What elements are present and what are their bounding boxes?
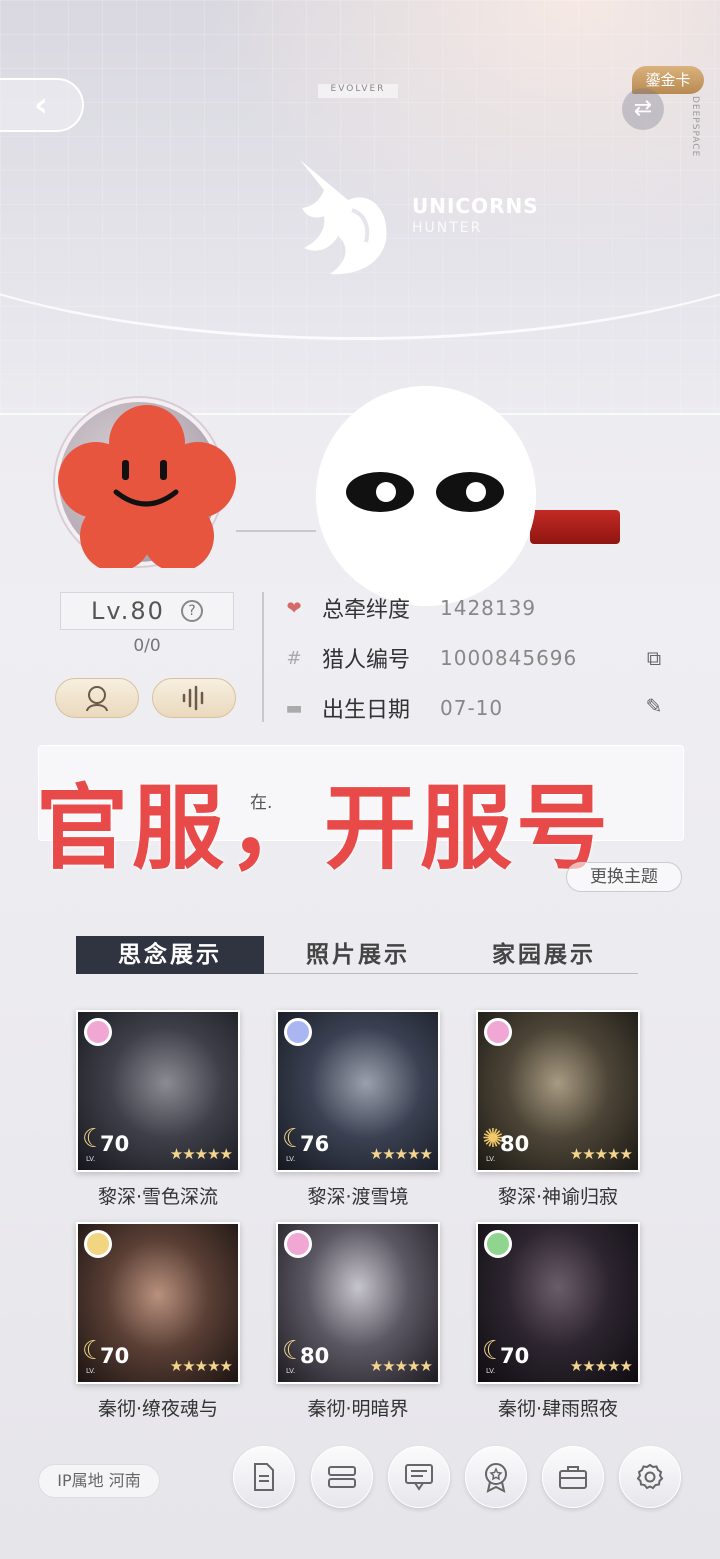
memory-card[interactable]: ☾ 70 LV. ★★★★★ xyxy=(76,1222,240,1384)
memory-card[interactable]: ✺ 80 LV. ★★★★★ xyxy=(476,1010,640,1172)
card-stars: ★★★★★ xyxy=(569,1357,633,1375)
exp-value: 0/0 xyxy=(133,636,161,656)
card-stars: ★★★★★ xyxy=(169,1357,233,1375)
card-level: 70 xyxy=(100,1132,130,1156)
bond-label: 总牵绊度 xyxy=(322,598,411,623)
level-value: Lv.80 xyxy=(91,597,165,625)
rarity-gem-icon xyxy=(284,1230,312,1258)
card-level-tag: LV. xyxy=(86,1155,96,1163)
copy-icon[interactable]: ⧉ xyxy=(640,646,668,674)
tab-home[interactable]: 家园展示 xyxy=(450,936,638,974)
banner-side-text: DEEPSPACE xyxy=(690,96,700,158)
birthday-row: ▬ 出生日期 07-10 xyxy=(284,692,503,724)
ip-location-badge: IP属地 河南 xyxy=(38,1464,160,1498)
avatar-link-line xyxy=(236,530,316,532)
achievement-button[interactable] xyxy=(465,1446,527,1508)
card-level: 70 xyxy=(100,1344,130,1368)
card-level-tag: LV. xyxy=(86,1367,96,1375)
cake-icon: ▬ xyxy=(285,697,303,719)
hunter-id-label: 猎人编号 xyxy=(322,648,411,673)
info-divider xyxy=(262,592,264,722)
card-stars: ★★★★★ xyxy=(369,1357,433,1375)
document-button[interactable] xyxy=(233,1446,295,1508)
hunter-id-value: 1000845696 xyxy=(440,646,578,670)
hunter-id-row: # 猎人编号 1000845696 xyxy=(284,642,577,674)
card-stars: ★★★★★ xyxy=(169,1145,233,1163)
card-level-tag: LV. xyxy=(286,1155,296,1163)
level-display: Lv.80 ? xyxy=(60,592,234,630)
card-level-tag: LV. xyxy=(286,1367,296,1375)
hash-icon: # xyxy=(286,647,302,669)
briefcase-button[interactable] xyxy=(542,1446,604,1508)
memory-card[interactable]: ☾ 76 LV. ★★★★★ xyxy=(276,1010,440,1172)
banner-badge: EVOLVER xyxy=(318,84,398,98)
memory-card[interactable]: ☾ 70 LV. ★★★★★ xyxy=(76,1010,240,1172)
profile-banner: EVOLVER UNICORNS HUNTER DEEPSPACE xyxy=(0,0,720,415)
card-level: 80 xyxy=(300,1344,330,1368)
swap-arrows-icon: ⇄ xyxy=(633,96,653,121)
switch-card-button[interactable]: ⇄ xyxy=(622,88,664,130)
rarity-gem-icon xyxy=(84,1230,112,1258)
banner-logo-title: UNICORNS xyxy=(412,194,539,218)
card-name: 秦彻·缭夜魂与 xyxy=(97,1398,219,1420)
sound-wave-icon xyxy=(182,685,204,711)
bond-value: 1428139 xyxy=(440,596,537,620)
list-button[interactable] xyxy=(311,1446,373,1508)
tab-photos[interactable]: 照片展示 xyxy=(264,936,452,974)
settings-button[interactable] xyxy=(619,1446,681,1508)
gear-icon xyxy=(636,1463,664,1490)
card-name: 黎深·雪色深流 xyxy=(97,1186,219,1208)
medal-icon xyxy=(485,1463,507,1493)
showcase-tabs: 思念展示 照片展示 家园展示 xyxy=(76,936,638,974)
card-level-tag: LV. xyxy=(486,1367,496,1375)
card-level-tag: LV. xyxy=(486,1155,496,1163)
person-silhouette-icon xyxy=(86,686,108,712)
rarity-gem-icon xyxy=(284,1018,312,1046)
rarity-gem-icon xyxy=(484,1230,512,1258)
card-name: 秦彻·明暗界 xyxy=(307,1398,409,1420)
birthday-value: 07-10 xyxy=(440,696,504,720)
bond-row: ❤ 总牵绊度 1428139 xyxy=(284,592,536,624)
flower-sticker-icon xyxy=(58,405,236,568)
change-theme-button[interactable]: 更换主题 xyxy=(566,862,682,892)
birthday-label: 出生日期 xyxy=(322,698,411,723)
rarity-gem-icon xyxy=(484,1018,512,1046)
card-level: 70 xyxy=(500,1344,530,1368)
avatar-edit-button[interactable] xyxy=(55,678,139,718)
banner-logo-subtitle: HUNTER xyxy=(412,220,483,236)
card-name: 黎深·渡雪境 xyxy=(307,1186,409,1208)
heart-icon: ❤ xyxy=(286,597,302,619)
card-level: 76 xyxy=(300,1132,330,1156)
edit-pencil-icon[interactable]: ✎ xyxy=(640,694,668,722)
list-icon xyxy=(328,1466,356,1488)
title-badge xyxy=(530,510,620,544)
rarity-gem-icon xyxy=(84,1018,112,1046)
memory-card[interactable]: ☾ 80 LV. ★★★★★ xyxy=(276,1222,440,1384)
card-level: 80 xyxy=(500,1132,530,1156)
message-board-button[interactable] xyxy=(388,1446,450,1508)
unicorn-logo-icon xyxy=(300,160,387,275)
card-name: 黎深·神谕归寂 xyxy=(497,1186,619,1208)
tab-memories[interactable]: 思念展示 xyxy=(76,936,264,974)
card-name: 秦彻·肆雨照夜 xyxy=(497,1398,619,1420)
eyes-sticker-icon xyxy=(316,386,536,606)
card-stars: ★★★★★ xyxy=(569,1145,633,1163)
card-stars: ★★★★★ xyxy=(369,1145,433,1163)
back-button[interactable]: ‹ xyxy=(0,78,84,132)
message-board-icon xyxy=(405,1464,433,1491)
briefcase-icon xyxy=(559,1466,587,1489)
voice-button[interactable] xyxy=(152,678,236,718)
memory-card[interactable]: ☾ 70 LV. ★★★★★ xyxy=(476,1222,640,1384)
document-icon xyxy=(254,1463,274,1491)
help-icon[interactable]: ? xyxy=(180,600,203,622)
chevron-left-icon: ‹ xyxy=(33,85,48,125)
